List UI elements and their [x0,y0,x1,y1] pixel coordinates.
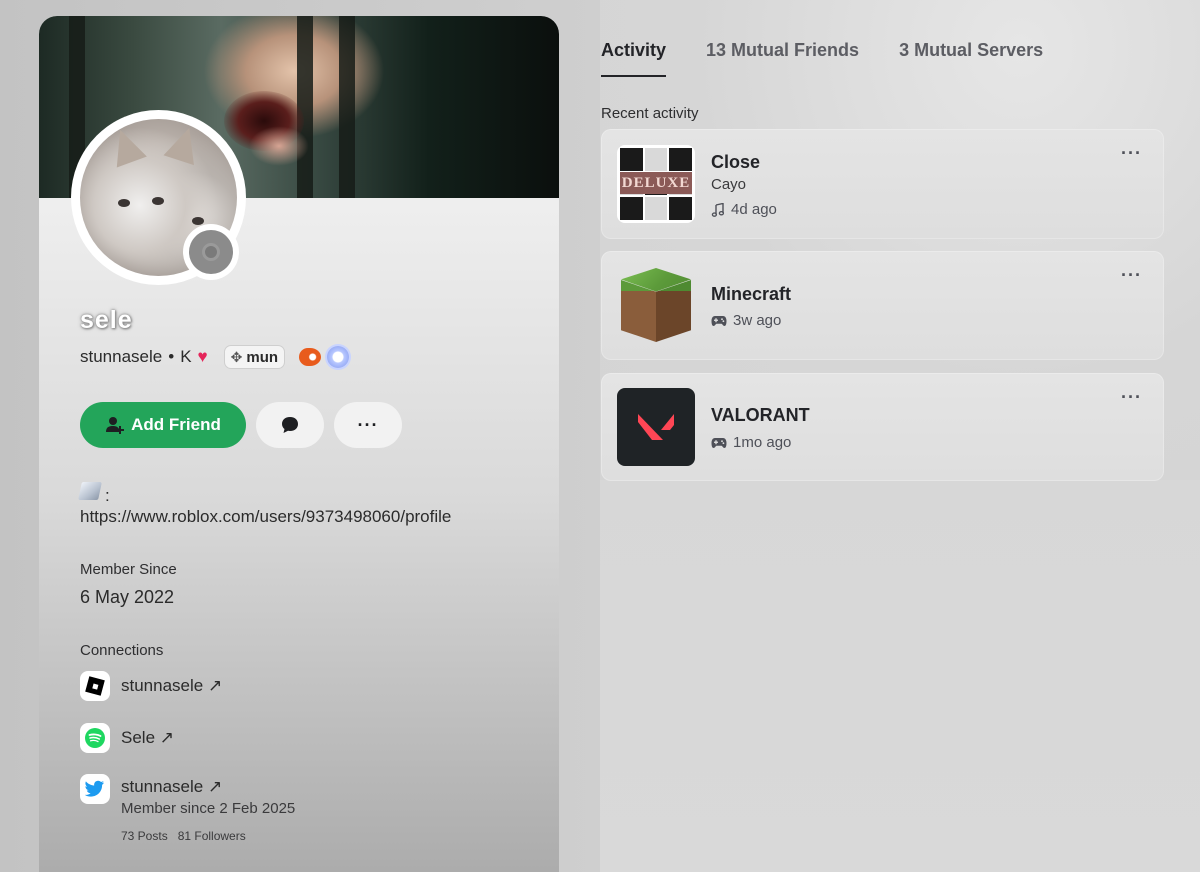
avatar-detail [163,122,205,166]
avatar-detail [105,124,147,168]
activity-card-valorant[interactable]: VALORANT 1mo ago ··· [601,373,1164,481]
activity-card-spotify[interactable]: DELUXE Close Cayo 4d ago ··· [601,129,1164,239]
music-note-icon [711,202,725,217]
clan-tag-badge[interactable]: ✥ mun [223,345,286,369]
pronouns: K [180,347,192,366]
gamepad-icon [711,437,727,448]
roblox-icon [80,671,110,701]
activity-card-minecraft[interactable]: Minecraft 3w ago ··· [601,251,1164,360]
banner-bar [339,16,355,198]
activity-menu-button[interactable]: ··· [1121,387,1142,408]
connection-member-since: Member since 2 Feb 2025 [121,800,296,817]
profile-card: sele stunnasele • K ♥ ✥ mun Add Friend ··… [39,16,559,872]
connection-name[interactable]: stunnasele ↗ [121,671,222,701]
activity-time: 3w ago [711,312,781,329]
avatar-detail [118,199,130,207]
activity-menu-button[interactable]: ··· [1121,265,1142,286]
heart-icon: ♥ [197,347,208,366]
connection-roblox[interactable]: stunnasele ↗ [80,671,222,701]
clan-tag-label: mun [246,348,279,366]
connection-name[interactable]: stunnasele ↗ [121,774,295,800]
status-indicator [183,224,239,280]
bio-link[interactable]: https://www.roblox.com/users/9373498060/… [80,507,451,527]
offline-status-icon [202,243,220,261]
connection-twitter[interactable]: stunnasele ↗ Member since 2 Feb 2025 73 … [80,774,295,843]
message-button[interactable] [256,402,324,448]
activity-artist[interactable]: Cayo [711,176,746,193]
profile-tabs: Activity 13 Mutual Friends 3 Mutual Serv… [601,40,1043,77]
activity-title[interactable]: VALORANT [711,405,810,426]
connection-name[interactable]: Sele ↗ [121,723,174,753]
add-friend-icon [106,417,125,434]
member-since-date: 6 May 2022 [80,587,175,607]
avatar-detail [192,217,204,225]
more-options-button[interactable]: ··· [334,402,402,448]
activity-time: 4d ago [711,201,777,218]
tab-activity[interactable]: Activity [601,40,667,77]
roblox-bio-icon [78,482,102,500]
bio-colon: : [105,486,110,505]
connections-label: Connections [80,642,164,659]
gamepad-icon [711,315,727,326]
add-friend-button[interactable]: Add Friend [80,402,246,448]
clan-tag-icon: ✥ [230,348,243,365]
profile-actions: Add Friend ··· [80,402,402,448]
avatar-detail [152,197,164,205]
separator: • [168,347,175,366]
activity-title[interactable]: Minecraft [711,284,791,305]
member-since-label: Member Since [80,561,177,578]
activity-menu-button[interactable]: ··· [1121,143,1142,164]
spotify-icon [80,723,110,753]
chat-bubble-icon [282,417,298,433]
nitro-badge-icon[interactable] [327,346,350,368]
activity-time: 1mo ago [711,434,791,451]
album-art: DELUXE [617,145,695,223]
connection-stats: 73 Posts 81 Followers [121,829,295,843]
username: stunnasele [80,347,163,366]
hypesquad-badge-icon[interactable] [299,348,322,366]
minecraft-icon [617,266,695,344]
recent-activity-label: Recent activity [601,105,699,122]
add-friend-label: Add Friend [131,415,221,434]
album-art-text: DELUXE [620,172,692,194]
twitter-followers: 81 Followers [177,829,246,843]
twitter-icon [80,774,110,804]
activity-title[interactable]: Close [711,152,760,173]
username-row: stunnasele • K ♥ ✥ mun [80,344,350,370]
banner-detail [249,126,309,166]
valorant-icon [617,388,695,466]
display-name: sele [80,306,133,334]
twitter-posts: 73 Posts [121,829,168,843]
tab-mutual-servers[interactable]: 3 Mutual Servers [899,40,1043,77]
connection-spotify[interactable]: Sele ↗ [80,723,174,753]
tab-mutual-friends[interactable]: 13 Mutual Friends [706,40,859,77]
